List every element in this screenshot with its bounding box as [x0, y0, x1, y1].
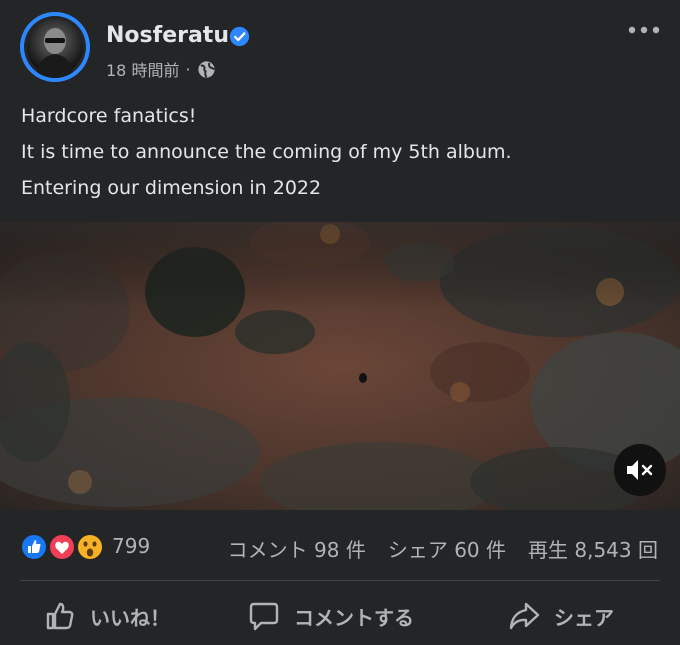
speaker-muted-icon	[627, 460, 653, 480]
author-name[interactable]: Nosferatu	[106, 23, 229, 48]
reactions-summary[interactable]	[20, 532, 108, 562]
mute-toggle-button[interactable]	[614, 444, 666, 496]
video-player[interactable]	[0, 222, 680, 510]
video-frame	[0, 222, 680, 510]
post-line: Entering our dimension in 2022	[21, 177, 322, 199]
more-options-icon[interactable]	[628, 24, 660, 36]
post-actions: いいね！ コメントする シェア	[0, 590, 680, 640]
like-button[interactable]: いいね！	[44, 598, 170, 634]
meta-separator: ·	[185, 59, 191, 79]
post-stats: 799 コメント 98 件 シェア 60 件 再生 8,543 回	[0, 528, 680, 564]
post-header: Nosferatu 18 時間前 ·	[0, 0, 680, 90]
like-icon	[20, 533, 48, 561]
divider	[20, 580, 660, 581]
love-icon	[48, 533, 76, 561]
comment-count[interactable]: コメント 98 件	[228, 534, 366, 563]
like-label: いいね！	[90, 605, 170, 630]
reaction-count[interactable]: 799	[112, 534, 150, 558]
wow-icon	[76, 533, 104, 561]
avatar-image	[24, 16, 86, 78]
share-count[interactable]: シェア 60 件	[388, 534, 506, 563]
comment-icon	[249, 602, 279, 631]
avatar[interactable]	[20, 12, 90, 82]
post-meta: 18 時間前 ·	[106, 57, 216, 81]
view-count: 再生 8,543 回	[528, 538, 658, 562]
post-line: Hardcore fanatics!	[21, 105, 197, 127]
comment-button[interactable]: コメントする	[248, 598, 414, 634]
comment-label: コメントする	[294, 605, 414, 630]
thumbs-up-icon	[46, 602, 74, 630]
share-label: シェア	[554, 605, 614, 630]
post-text: Hardcore fanatics! It is time to announc…	[21, 98, 661, 206]
engagement-counts: コメント 98 件 シェア 60 件 再生 8,543 回	[228, 534, 658, 563]
share-button[interactable]: シェア	[508, 598, 614, 634]
globe-icon	[197, 60, 215, 78]
post-timestamp[interactable]: 18 時間前	[106, 57, 179, 81]
post-line: It is time to announce the coming of my …	[21, 141, 512, 163]
verified-badge-icon	[229, 26, 250, 47]
share-arrow-icon	[509, 602, 540, 630]
